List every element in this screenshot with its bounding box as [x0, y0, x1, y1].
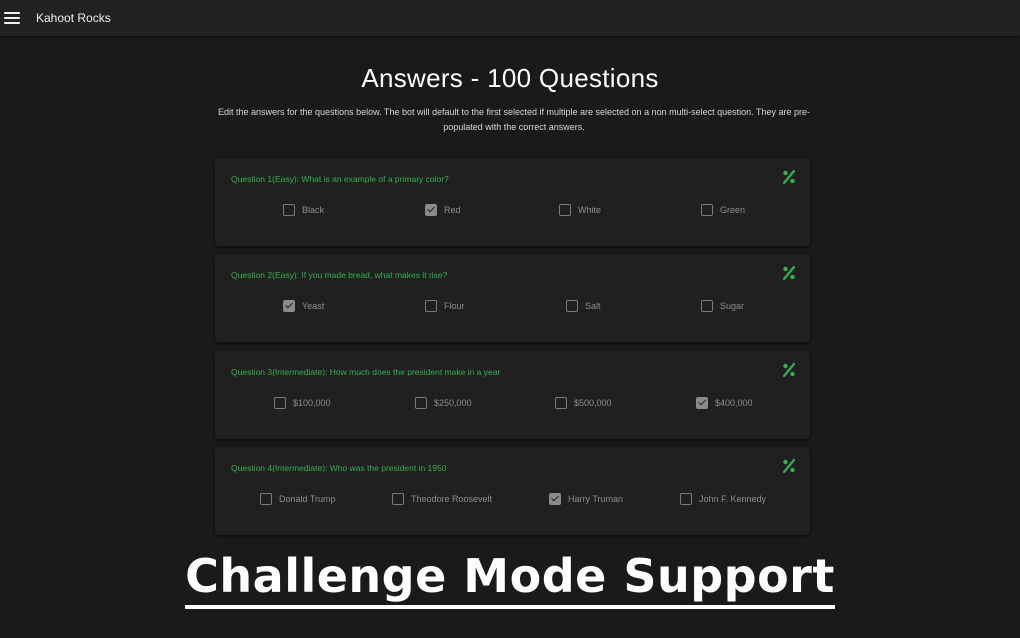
- answer-option[interactable]: Donald Trump: [260, 493, 336, 505]
- hamburger-menu-icon[interactable]: [4, 11, 20, 25]
- answer-option[interactable]: Black: [283, 204, 324, 216]
- answer-options: $100,000 $250,000 $500,000 $400,000: [215, 397, 810, 417]
- checkbox[interactable]: [425, 300, 437, 312]
- question-text: Question 1(Easy): What is an example of …: [231, 174, 449, 184]
- answer-option[interactable]: Sugar: [701, 300, 744, 312]
- question-card-1: Question 1(Easy): What is an example of …: [215, 158, 810, 246]
- checkbox[interactable]: [274, 397, 286, 409]
- checkbox[interactable]: [415, 397, 427, 409]
- checkbox[interactable]: [680, 493, 692, 505]
- answer-label: Sugar: [720, 301, 745, 311]
- question-text: Question 4(Intermediate): Who was the pr…: [231, 463, 447, 473]
- answer-option[interactable]: Theodore Roosevelt: [392, 493, 492, 505]
- answer-option[interactable]: Red: [425, 204, 461, 216]
- percent-icon[interactable]: [782, 458, 796, 474]
- question-text: Question 2(Easy): If you made bread, wha…: [231, 270, 448, 280]
- answer-label: Black: [302, 205, 325, 215]
- app-bar: Kahoot Rocks: [0, 0, 1020, 36]
- question-card-4: Question 4(Intermediate): Who was the pr…: [215, 447, 810, 535]
- answer-label: $250,000: [434, 398, 472, 408]
- checkbox[interactable]: [701, 300, 713, 312]
- checkbox[interactable]: [701, 204, 713, 216]
- answer-label: Red: [444, 205, 461, 215]
- main-content: Answers - 100 Questions Edit the answers…: [0, 36, 1020, 638]
- answer-option[interactable]: $100,000: [274, 397, 331, 409]
- answer-options: Donald Trump Theodore Roosevelt Harry Tr…: [215, 493, 810, 513]
- percent-icon[interactable]: [782, 362, 796, 378]
- answer-options: Yeast Flour Salt Sugar: [215, 300, 810, 320]
- page-title: Answers - 100 Questions: [361, 63, 659, 93]
- answer-options: Black Red White Green: [215, 204, 810, 224]
- question-card-3: Question 3(Intermediate): How much does …: [215, 351, 810, 439]
- answer-option[interactable]: $250,000: [415, 397, 472, 409]
- answer-option[interactable]: $400,000: [696, 397, 753, 409]
- answer-label: Yeast: [302, 301, 325, 311]
- answer-label: $400,000: [715, 398, 753, 408]
- promo-banner: Challenge Mode Support: [0, 551, 1020, 609]
- question-card-2: Question 2(Easy): If you made bread, wha…: [215, 254, 810, 342]
- answer-label: Theodore Roosevelt: [411, 494, 493, 504]
- checkbox[interactable]: [425, 204, 437, 216]
- answer-label: Harry Truman: [568, 494, 624, 504]
- checkbox[interactable]: [283, 300, 295, 312]
- answer-option[interactable]: Yeast: [283, 300, 324, 312]
- percent-icon[interactable]: [782, 169, 796, 185]
- app-title: Kahoot Rocks: [36, 11, 111, 25]
- checkbox[interactable]: [559, 204, 571, 216]
- answer-label: Green: [720, 205, 746, 215]
- answer-label: Donald Trump: [279, 494, 336, 504]
- checkbox[interactable]: [392, 493, 404, 505]
- page-description: Edit the answers for the questions below…: [218, 107, 810, 132]
- checkbox[interactable]: [283, 204, 295, 216]
- answer-option[interactable]: $500,000: [555, 397, 612, 409]
- answer-label: $500,000: [574, 398, 612, 408]
- answer-label: John F. Kennedy: [699, 494, 767, 504]
- answer-label: Flour: [444, 301, 465, 311]
- checkbox[interactable]: [566, 300, 578, 312]
- answer-option[interactable]: Harry Truman: [549, 493, 623, 505]
- checkbox[interactable]: [260, 493, 272, 505]
- percent-icon[interactable]: [782, 265, 796, 281]
- question-text: Question 3(Intermediate): How much does …: [231, 367, 501, 377]
- answer-option[interactable]: White: [559, 204, 601, 216]
- answer-label: White: [578, 205, 602, 215]
- answer-option[interactable]: John F. Kennedy: [680, 493, 766, 505]
- checkbox[interactable]: [549, 493, 561, 505]
- answer-option[interactable]: Green: [701, 204, 745, 216]
- answer-label: $100,000: [293, 398, 331, 408]
- answer-option[interactable]: Flour: [425, 300, 465, 312]
- checkbox[interactable]: [555, 397, 567, 409]
- answer-option[interactable]: Salt: [566, 300, 601, 312]
- banner-text: Challenge Mode Support: [185, 551, 835, 609]
- checkbox[interactable]: [696, 397, 708, 409]
- answer-label: Salt: [585, 301, 601, 311]
